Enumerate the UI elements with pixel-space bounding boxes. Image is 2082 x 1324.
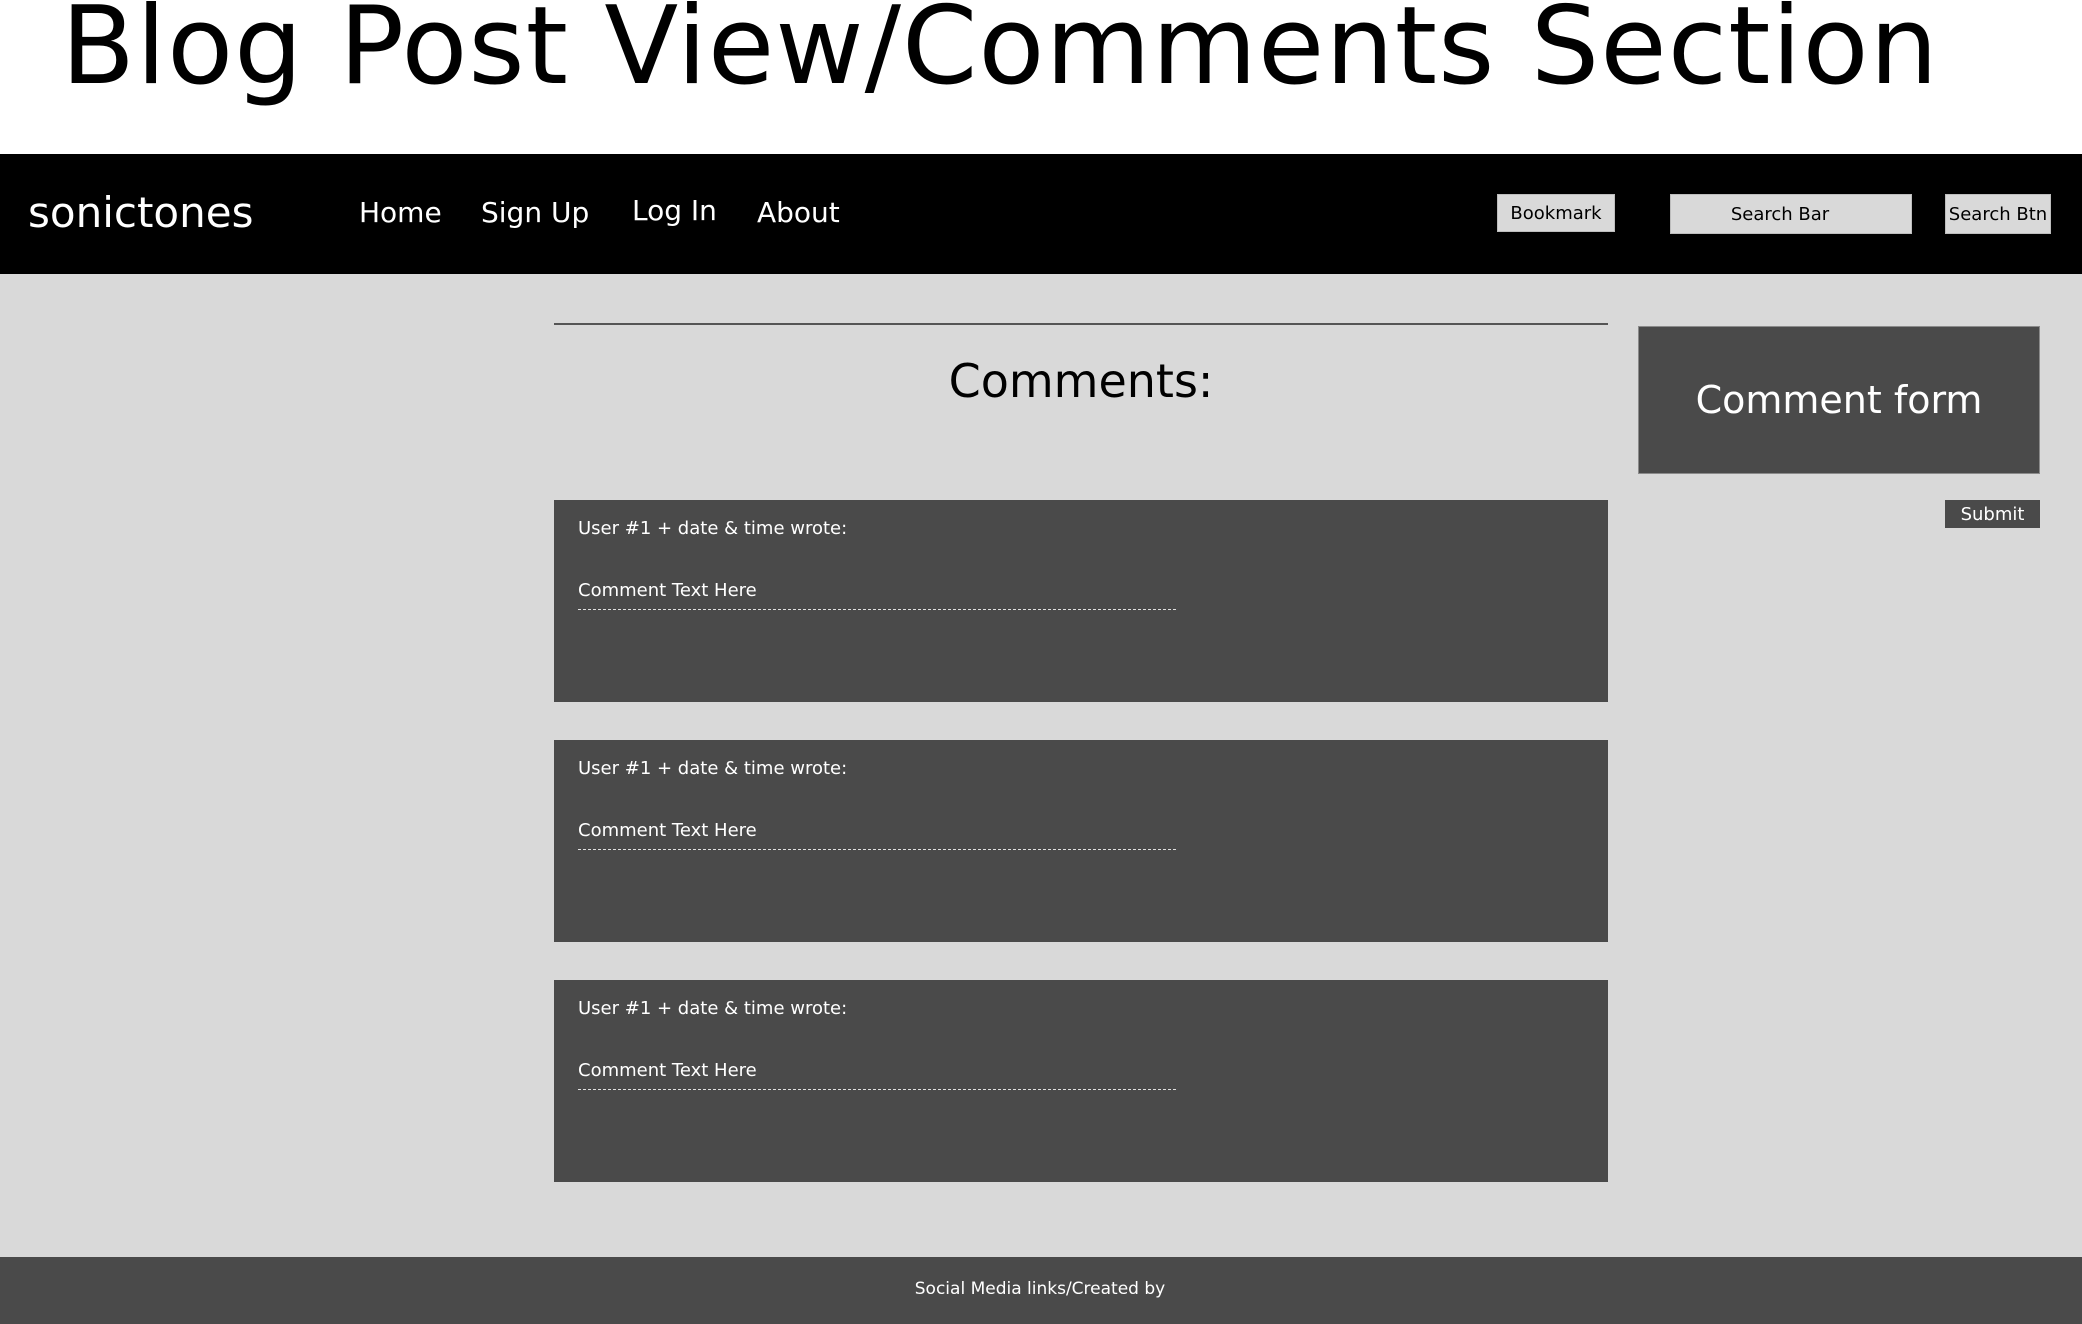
comment-form[interactable]: Comment form bbox=[1638, 326, 2040, 474]
comment-card: User #1 + date & time wrote: Comment Tex… bbox=[554, 740, 1608, 942]
comment-meta: User #1 + date & time wrote: bbox=[578, 518, 848, 539]
nav-link-log-in[interactable]: Log In bbox=[632, 194, 717, 227]
nav-link-about[interactable]: About bbox=[757, 196, 840, 229]
nav-link-sign-up[interactable]: Sign Up bbox=[481, 196, 589, 229]
main-content: Comments: User #1 + date & time wrote: C… bbox=[0, 274, 2082, 1257]
comment-meta: User #1 + date & time wrote: bbox=[578, 758, 848, 779]
search-button[interactable]: Search Btn bbox=[1945, 194, 2051, 234]
comment-card: User #1 + date & time wrote: Comment Tex… bbox=[554, 980, 1608, 1182]
comment-card: User #1 + date & time wrote: Comment Tex… bbox=[554, 500, 1608, 702]
footer: Social Media links/Created by bbox=[0, 1257, 2082, 1324]
search-input[interactable] bbox=[1670, 194, 1912, 234]
comment-separator bbox=[578, 1089, 1176, 1090]
submit-button[interactable]: Submit bbox=[1945, 500, 2040, 528]
comment-text: Comment Text Here bbox=[578, 580, 757, 601]
comment-text: Comment Text Here bbox=[578, 820, 757, 841]
comments-title: Comments: bbox=[948, 354, 1214, 408]
footer-text: Social Media links/Created by bbox=[914, 1278, 1166, 1299]
comment-meta: User #1 + date & time wrote: bbox=[578, 998, 848, 1019]
nav-link-home[interactable]: Home bbox=[359, 196, 442, 229]
comment-separator bbox=[578, 609, 1176, 610]
comment-separator bbox=[578, 849, 1176, 850]
navbar: sonictones Home Sign Up Log In About Boo… bbox=[0, 154, 2082, 274]
page-heading: Blog Post View/Comments Section bbox=[0, 0, 2082, 154]
brand-logo[interactable]: sonictones bbox=[28, 188, 253, 237]
comment-text: Comment Text Here bbox=[578, 1060, 757, 1081]
page-heading-text: Blog Post View/Comments Section bbox=[60, 0, 1940, 109]
section-divider bbox=[554, 323, 1608, 325]
bookmark-button[interactable]: Bookmark bbox=[1497, 194, 1615, 232]
